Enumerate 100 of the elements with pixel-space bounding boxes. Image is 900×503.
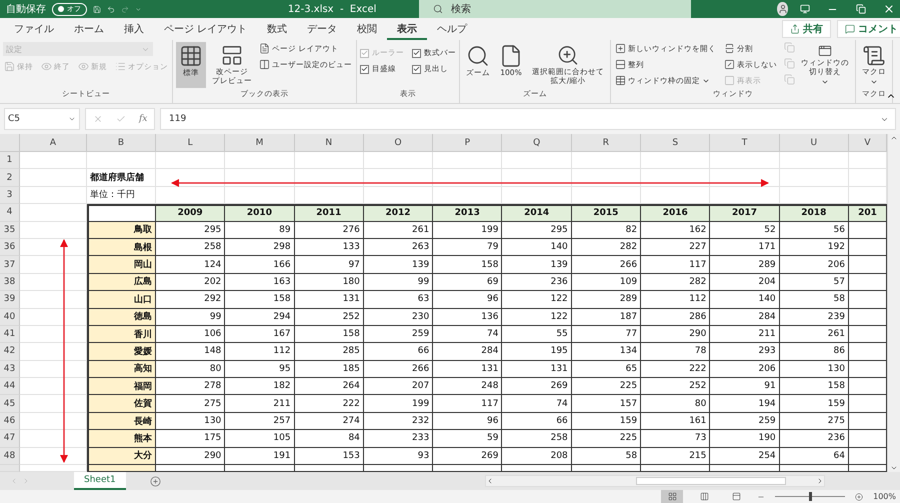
table-cell: 211 (225, 395, 295, 413)
row-header[interactable]: 45 (0, 395, 20, 413)
year-header: 2012 (364, 204, 434, 222)
share-icon (790, 24, 800, 34)
zoom-thumb[interactable] (809, 492, 812, 501)
column-header[interactable]: T (710, 134, 780, 152)
row-header[interactable]: 36 (0, 238, 20, 256)
year-header: 2014 (502, 204, 572, 222)
column-header[interactable]: M (225, 134, 295, 152)
column-header[interactable]: P (433, 134, 502, 152)
row-header[interactable]: 38 (0, 274, 20, 292)
copy-icon (784, 42, 795, 53)
table-cell: 252 (641, 378, 710, 396)
column-header[interactable]: R (572, 134, 642, 152)
row-header[interactable]: 1 (0, 152, 20, 170)
search-field[interactable]: 検索 (419, 0, 692, 18)
grid-view-icon[interactable] (661, 490, 684, 503)
column-header[interactable]: U (780, 134, 849, 152)
row-header[interactable]: 43 (0, 360, 20, 378)
avatar-icon[interactable] (777, 2, 788, 16)
table-cell: 258 (502, 430, 572, 448)
row-header[interactable]: 3 (0, 186, 20, 204)
split-icon (724, 43, 735, 54)
grid-icon (179, 44, 203, 68)
table-cell: 261 (780, 326, 849, 344)
table-cell: 78 (641, 343, 710, 361)
sheet-tab[interactable]: Sheet1 (74, 472, 126, 490)
table-cell: 207 (364, 378, 434, 396)
table-cell: 258 (156, 238, 226, 256)
formula-field[interactable]: 119 (160, 108, 896, 130)
insert-function-label[interactable]: fx (138, 114, 148, 124)
checkbox[interactable] (360, 64, 369, 74)
table-cell: 286 (641, 308, 710, 326)
table-cell: 204 (710, 274, 780, 292)
row-header[interactable]: 47 (0, 430, 20, 448)
row-header[interactable]: 42 (0, 343, 20, 361)
table-cell: 157 (572, 395, 642, 413)
table-cell: 109 (572, 274, 642, 292)
copy-icon (784, 74, 795, 85)
cancel-icon (92, 114, 103, 124)
next-sheet-icon (22, 477, 30, 485)
row-header[interactable]: 2 (0, 169, 20, 187)
comment-button[interactable]: コメント (837, 20, 900, 38)
table-cell: 199 (364, 395, 434, 413)
caret-icon (68, 115, 76, 123)
column-header[interactable]: Q (502, 134, 572, 152)
row-header[interactable]: 35 (0, 222, 20, 239)
table-cell: 80 (156, 360, 226, 378)
window-title: 12-3.xlsx - Excel (288, 4, 378, 14)
column-header[interactable]: A (20, 134, 87, 152)
table-cell: 257 (225, 412, 295, 430)
menu-tab[interactable]: ページ レイアウト (154, 18, 258, 40)
year-header: 2010 (225, 204, 295, 222)
row-header[interactable]: 39 (0, 291, 20, 309)
table-cell: 124 (156, 256, 226, 274)
checkbox[interactable] (412, 64, 421, 74)
table-cell: 93 (364, 448, 434, 466)
menu-tab[interactable]: ファイル (4, 18, 64, 40)
menu-tab[interactable]: ホーム (64, 18, 114, 40)
table-cell: 158 (225, 291, 295, 309)
table-cell: 206 (780, 256, 849, 274)
year-header: 2013 (433, 204, 502, 222)
search-icon (433, 4, 444, 14)
column-header[interactable]: S (641, 134, 710, 152)
table-cell: 140 (502, 238, 572, 256)
menu-tab[interactable]: 校閲 (347, 18, 388, 40)
table-cell: 215 (641, 448, 710, 466)
column-header[interactable]: B (87, 134, 156, 152)
table-cell: 276 (294, 222, 364, 239)
prefecture-cell: 熊本 (87, 430, 156, 448)
checkbox[interactable] (412, 48, 421, 58)
menu-tab[interactable]: 数式 (257, 18, 298, 40)
table-cell: 261 (364, 222, 434, 239)
menu-tab[interactable]: 挿入 (114, 18, 154, 40)
horizontal-scrollbar[interactable] (484, 475, 825, 487)
table-cell: 285 (294, 343, 364, 361)
table-cell: 73 (641, 430, 710, 448)
table-cell: 284 (433, 343, 502, 361)
row-header[interactable]: 37 (0, 256, 20, 274)
menu-tab[interactable]: ヘルプ (427, 18, 478, 40)
table-cell: 278 (156, 378, 226, 396)
table-cell: 239 (780, 308, 849, 326)
table-cell: 171 (710, 238, 780, 256)
name-box[interactable]: C5 (4, 108, 80, 130)
scroll-up-icon (890, 134, 898, 142)
row-header[interactable]: 40 (0, 308, 20, 326)
column-header[interactable]: L (156, 134, 226, 152)
share-button[interactable]: 共有 (782, 20, 832, 38)
column-header[interactable]: V (848, 134, 887, 152)
row-header[interactable]: 4 (0, 204, 20, 222)
menu-tab[interactable]: データ (297, 18, 348, 40)
table-cell: 166 (225, 256, 295, 274)
column-header[interactable]: O (364, 134, 434, 152)
table-cell: 269 (433, 448, 502, 466)
row-header[interactable]: 46 (0, 412, 20, 430)
row-header[interactable]: 41 (0, 326, 20, 344)
row-header[interactable]: 44 (0, 378, 20, 396)
columns-icon (259, 59, 270, 70)
column-header[interactable]: N (294, 134, 364, 152)
row-header[interactable]: 48 (0, 448, 20, 466)
